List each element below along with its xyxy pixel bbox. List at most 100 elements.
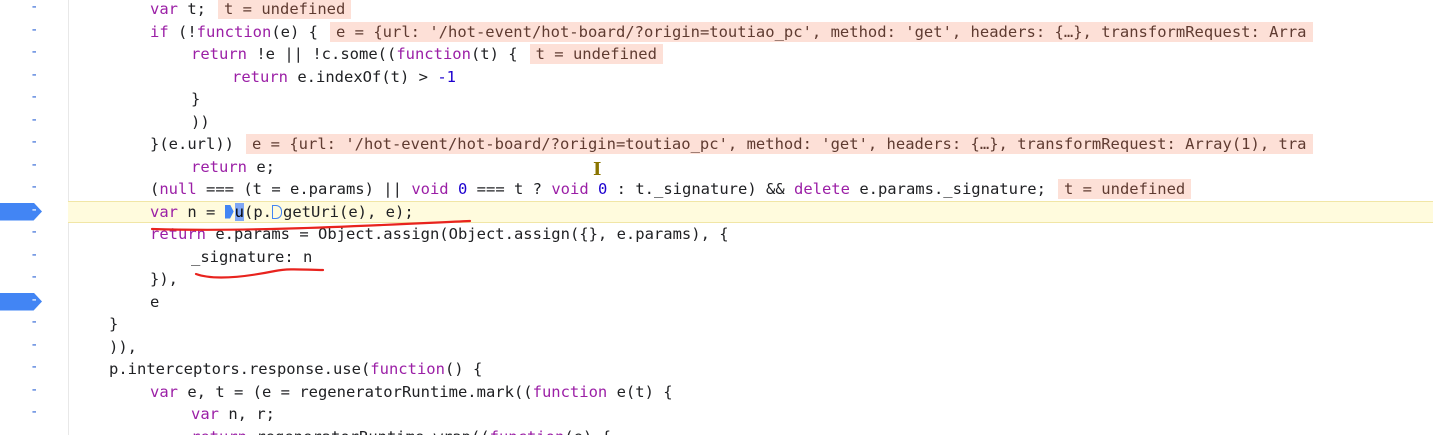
current-execution-line: var n = u(p. getUri(e), e); [68,200,1433,223]
line-marker: - [30,201,39,218]
keyword: delete [793,180,850,198]
line-marker: - [30,0,39,15]
step-marker-icon[interactable] [224,204,234,219]
line-marker: - [30,404,39,420]
code-line: return e.indexOf(t) > -1 [232,67,456,86]
line-marker: - [30,44,39,60]
keyword: null [159,180,197,198]
code-line: var e, t = (e = regeneratorRuntime.mark(… [150,382,673,401]
line-marker: - [30,66,39,83]
line-number-cell[interactable]: - [0,156,68,179]
code-text: )) [191,112,210,131]
code-editor[interactable]: var t; t = undefined if (!function(e) {e … [68,0,1433,435]
line-number-cell[interactable]: - [0,133,68,156]
line-number-cell[interactable]: - [0,111,68,134]
keyword: var [150,382,178,401]
line-marker: - [30,359,39,375]
line-marker: - [30,246,39,263]
line-number-cell[interactable]: - [0,43,68,66]
line-number-cell[interactable]: - [0,178,68,201]
keyword: void [411,180,449,198]
keyword: function [532,382,608,401]
code-text: e [150,292,160,311]
line-marker: - [30,269,39,285]
code-line: _signature: n [68,246,1433,269]
breakpoint-icon[interactable]: - [0,201,42,221]
code-text: )), [109,337,137,356]
keyword: return [191,428,247,435]
line-marker: - [30,224,39,240]
keyword: return [191,157,247,176]
keyword: if [150,22,169,41]
code-line: } [68,88,1433,111]
inline-value: e = {url: '/hot-event/hot-board/?origin=… [246,134,1313,154]
code-line: if (!function(e) {e = {url: '/hot-event/… [68,21,1433,44]
line-marker: - [30,156,39,173]
line-number-cell[interactable]: - [0,381,68,404]
keyword: return [191,45,247,63]
line-marker: - [30,336,39,353]
breakpoint-marker[interactable]: - [0,201,68,224]
number-literal: 0 [457,180,468,198]
code-line: return regeneratorRuntime.wrap((function… [68,426,1433,435]
line-number-cell[interactable]: - [0,66,68,89]
line-number-cell[interactable]: - [0,88,68,111]
keyword: void [551,180,589,198]
line-number-cell[interactable]: - [0,358,68,381]
keyword: function [490,428,565,435]
code-line: } [68,313,1433,336]
code-line: )) [68,111,1433,134]
keyword: return [232,67,288,86]
line-marker: - [30,21,39,38]
code-line: return e.params = Object.assign(Object.a… [150,225,729,243]
line-number-cell[interactable]: - [0,336,68,359]
text-cursor-icon: I [593,159,602,180]
line-marker: - [30,111,39,128]
line-marker: - [30,314,39,330]
code-line: }(e.url)) e = {url: '/hot-event/hot-board… [68,133,1433,156]
inline-value: e = {url: '/hot-event/hot-board/?origin=… [330,21,1313,42]
line-number-cell[interactable]: - [0,21,68,44]
line-number-cell[interactable]: - [0,0,68,21]
code-text: }(e.url)) [150,135,234,153]
line-marker: - [30,134,39,150]
code-text: _signature: n [191,247,313,266]
line-number-cell[interactable]: - [0,268,68,291]
line-marker: - [30,381,39,398]
inline-value: t = undefined [1057,179,1192,199]
keyword: function [396,45,471,63]
line-number-cell[interactable]: - [0,313,68,336]
keyword: var [191,405,219,423]
code-line: return !e || !c.some((function(t) {t = u… [68,43,1433,66]
step-marker-icon[interactable] [272,204,283,219]
code-line: (null === (t = e.params) || void 0 === t… [68,178,1433,201]
line-marker: - [30,179,39,195]
code-line: return e; [191,157,275,176]
inline-value: t = undefined [529,44,663,64]
code-text: } [191,90,201,108]
code-line: var t; t = undefined [68,0,1433,21]
keyword: function [370,360,445,378]
code-line: var n, r; [191,405,275,423]
code-line: )), [68,336,1433,359]
code-line: e [68,291,1433,314]
keyword: var [150,0,178,18]
code-line: p.interceptors.response.use(function() { [109,360,483,378]
keyword: return [150,225,206,243]
code-text: } [109,315,119,333]
line-marker: - [30,89,39,105]
line-gutter: - - - - - - - - - - - - - - - - - - - [0,0,69,435]
number-literal: -1 [437,67,456,86]
number-literal: 0 [598,180,608,198]
keyword: var [150,202,178,221]
code-text: t; [178,0,206,18]
breakpoint-icon[interactable]: - [0,291,42,311]
breakpoint-marker[interactable]: - [0,291,68,314]
line-number-cell[interactable]: - [0,246,68,269]
code-line: }), [68,268,1433,291]
keyword: function [196,22,272,41]
line-number-cell[interactable]: - [0,223,68,246]
line-number-cell[interactable]: - [0,403,68,426]
line-marker: - [30,291,39,308]
code-text: }), [150,270,178,288]
